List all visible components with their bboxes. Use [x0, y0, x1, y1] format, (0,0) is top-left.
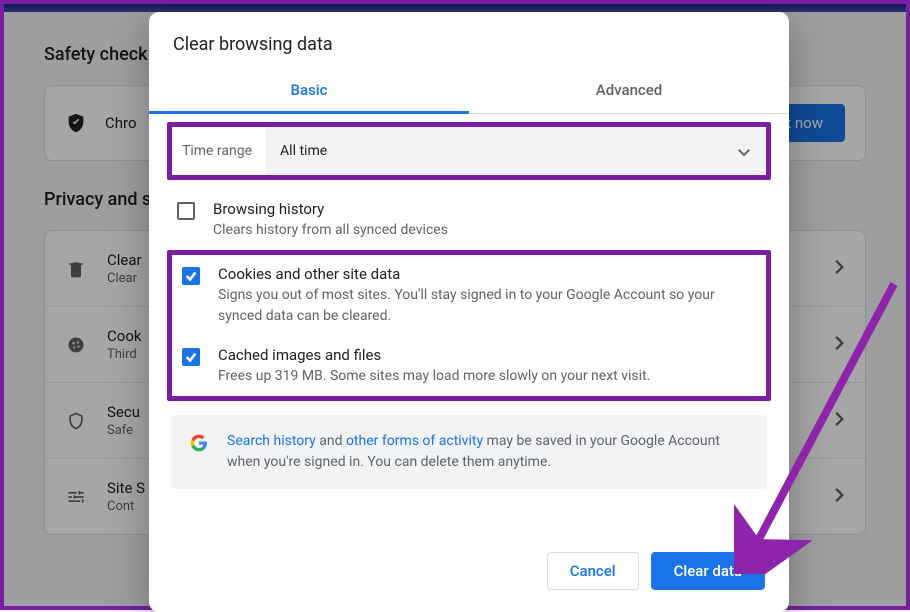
google-account-info: Search history and other forms of activi… — [171, 415, 767, 489]
checkbox-cookies[interactable] — [182, 267, 200, 285]
time-range-select[interactable]: All time — [266, 127, 766, 175]
search-history-link[interactable]: Search history — [227, 433, 316, 449]
other-activity-link[interactable]: other forms of activity — [346, 433, 483, 449]
info-text: Search history and other forms of activi… — [227, 431, 749, 473]
tab-basic[interactable]: Basic — [149, 69, 469, 114]
dialog-title: Clear browsing data — [149, 12, 789, 69]
time-range-value: All time — [280, 143, 327, 159]
option-sub: Frees up 319 MB. Some sites may load mor… — [218, 366, 756, 386]
options-highlight: Cookies and other site data Signs you ou… — [167, 250, 771, 401]
clear-browsing-data-dialog: Clear browsing data Basic Advanced Time … — [149, 12, 789, 612]
option-title: Cookies and other site data — [218, 265, 756, 283]
checkbox-cache[interactable] — [182, 348, 200, 366]
cancel-button[interactable]: Cancel — [547, 552, 639, 590]
clear-data-button[interactable]: Clear data — [651, 552, 765, 590]
option-cookies: Cookies and other site data Signs you ou… — [176, 259, 762, 340]
google-icon — [189, 433, 209, 453]
option-sub: Clears history from all synced devices — [213, 220, 761, 240]
time-range-highlight: Time range All time — [167, 122, 771, 180]
checkbox-browsing-history[interactable] — [177, 202, 195, 220]
option-sub: Signs you out of most sites. You'll stay… — [218, 285, 756, 326]
chevron-down-icon — [738, 142, 750, 161]
option-browsing-history: Browsing history Clears history from all… — [167, 194, 771, 250]
tabs: Basic Advanced — [149, 69, 789, 114]
option-cache: Cached images and files Frees up 319 MB.… — [176, 340, 762, 392]
time-range-label: Time range — [172, 143, 266, 159]
option-title: Browsing history — [213, 200, 761, 218]
option-title: Cached images and files — [218, 346, 756, 364]
tab-advanced[interactable]: Advanced — [469, 69, 789, 113]
